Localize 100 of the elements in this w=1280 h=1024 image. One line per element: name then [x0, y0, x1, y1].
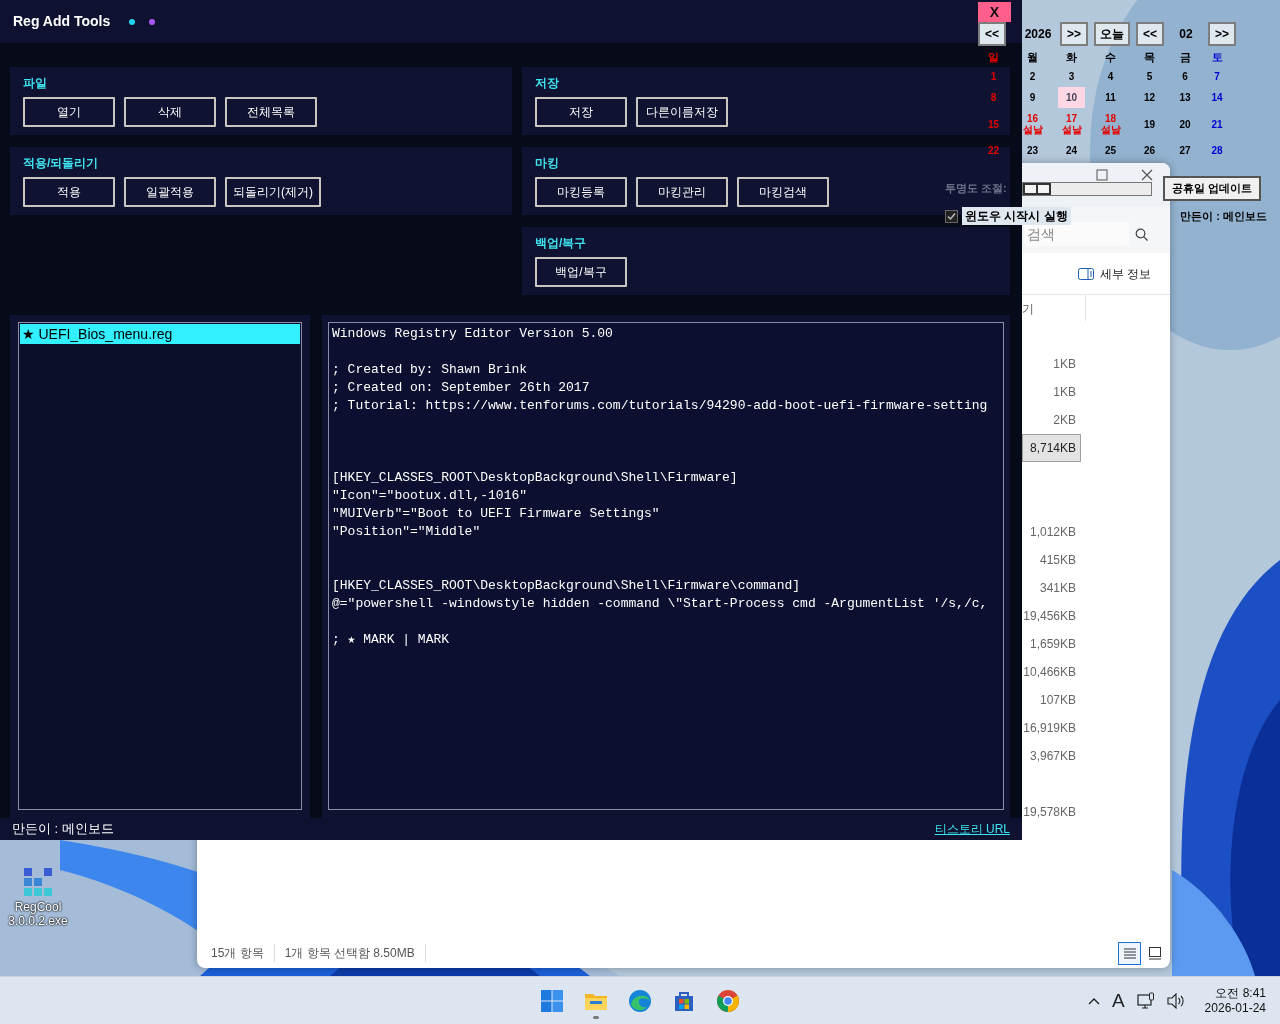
column-header[interactable]: 기 — [1022, 300, 1034, 318]
code-line: [HKEY_CLASSES_ROOT\DesktopBackground\Shell\Firmware\command] — [332, 577, 802, 595]
group-title: 적용/되돌리기 — [23, 155, 99, 171]
calendar-day[interactable]: 1 — [986, 68, 1001, 85]
volume-icon[interactable] — [1166, 993, 1185, 1009]
windows-icon — [540, 989, 564, 1013]
weekday-label: 월 — [1026, 49, 1039, 65]
browser-icon — [628, 989, 652, 1013]
details-view-button[interactable] — [1118, 941, 1141, 965]
action-button[interactable]: 열기 — [23, 97, 115, 127]
action-button[interactable]: 마킹관리 — [636, 177, 728, 207]
size-cell[interactable]: 1,659KB — [1022, 630, 1081, 658]
window-title: Reg Add Tools — [13, 12, 111, 31]
size-cell[interactable]: 19,578KB — [1022, 798, 1081, 826]
size-cell[interactable]: 10,466KB — [1022, 658, 1081, 686]
size-cell[interactable]: 341KB — [1022, 574, 1081, 602]
calendar-day[interactable]: 22 — [983, 142, 1004, 159]
group-title: 저장 — [535, 75, 559, 91]
calendar-day[interactable]: 6 — [1178, 68, 1192, 85]
status-text: 15개 항목 — [211, 944, 275, 962]
action-button[interactable]: 저장 — [535, 97, 627, 127]
size-cell[interactable]: 1KB — [1022, 378, 1081, 406]
nav-button[interactable]: >> — [1208, 22, 1236, 46]
size-cell[interactable]: 1,012KB — [1022, 518, 1081, 546]
details-button[interactable]: 세부 정보 — [1073, 262, 1155, 285]
calendar-day[interactable]: 19 — [1139, 115, 1160, 133]
calendar-day[interactable]: 4 — [1103, 68, 1118, 85]
grid-icon[interactable] — [22, 866, 54, 898]
transparency-label: 투명도 조절: — [945, 181, 1008, 197]
calendar-day[interactable]: 11 — [1101, 89, 1120, 106]
code-line: ; Tutorial: https://www.tenforums.com/tutorials/94290-add-boot-uefi-firmware-setting — [332, 397, 989, 415]
size-cell[interactable]: 16,919KB — [1022, 714, 1081, 742]
file-item[interactable]: ★ UEFI_Bios_menu.reg — [20, 324, 300, 344]
calendar-day[interactable]: 12 — [1139, 89, 1160, 106]
action-button[interactable]: 백업/복구 — [535, 257, 627, 287]
slider-thumb[interactable] — [1023, 182, 1051, 195]
autostart-label: 윈도우 시작시 실행 — [962, 207, 1071, 225]
close-icon[interactable] — [1141, 169, 1153, 181]
calendar-day[interactable]: 26 — [1139, 142, 1160, 159]
calendar-day[interactable]: 28 — [1207, 142, 1227, 159]
nav-button[interactable]: 오늘 — [1094, 22, 1130, 46]
size-cell[interactable]: 1KB — [1022, 350, 1081, 378]
weekday-label: 일 — [987, 49, 1000, 65]
calendar-day[interactable]: 10 — [1057, 87, 1086, 108]
code-line: ; ★ MARK | MARK — [332, 631, 451, 649]
size-cell[interactable]: 107KB — [1022, 686, 1081, 714]
maximize-icon[interactable] — [1096, 169, 1108, 181]
nav-button[interactable]: << — [978, 22, 1006, 46]
size-cell[interactable]: 415KB — [1022, 546, 1081, 574]
calendar-day[interactable]: 14 — [1207, 89, 1227, 106]
action-button[interactable]: 마킹등록 — [535, 177, 627, 207]
calendar-period: 2026 — [1023, 26, 1053, 43]
code-line: [HKEY_CLASSES_ROOT\DesktopBackground\Shell\Firmware] — [332, 469, 739, 487]
group-title: 백업/복구 — [535, 235, 587, 251]
calendar-day[interactable]: 25 — [1100, 142, 1121, 159]
action-button[interactable]: 일괄적용 — [124, 177, 216, 207]
size-cell[interactable]: 19,456KB — [1022, 602, 1081, 630]
clock-time[interactable]: 오전 8:41 — [1215, 986, 1266, 1001]
blog-link[interactable]: 티스토리 URL — [934, 820, 1010, 838]
weekday-label: 수 — [1104, 49, 1117, 65]
calendar-day[interactable]: 2 — [1025, 68, 1040, 85]
action-button[interactable]: 적용 — [23, 177, 115, 207]
calendar-day[interactable]: 27 — [1175, 142, 1195, 159]
author-text: 만든이 : 메인보드 — [1180, 208, 1267, 224]
status-text: 1개 항목 선택함 8.50MB — [284, 944, 426, 962]
calendar-day[interactable]: 24 — [1061, 142, 1082, 159]
calendar-day[interactable]: 13 — [1175, 89, 1195, 106]
size-cell[interactable]: 2KB — [1022, 406, 1081, 434]
calendar-day[interactable]: 20 — [1175, 115, 1195, 133]
size-cell[interactable]: 3,967KB — [1022, 742, 1081, 770]
network-icon[interactable] — [1136, 992, 1155, 1010]
action-button[interactable]: 마킹검색 — [737, 177, 829, 207]
code-line: ; Created by: Shawn Brink — [332, 361, 529, 379]
action-button[interactable]: 삭제 — [124, 97, 216, 127]
calendar-day[interactable]: 8 — [986, 89, 1001, 106]
group-title: 파일 — [23, 75, 47, 91]
nav-button[interactable]: << — [1136, 22, 1164, 46]
code-line: "Icon"="bootux.dll,-1016" — [332, 487, 529, 505]
action-button[interactable]: 다른이름저장 — [636, 97, 728, 127]
chevron-up-icon[interactable] — [1087, 997, 1100, 1005]
panel-icon — [1077, 267, 1094, 280]
calendar-day[interactable]: 21 — [1207, 115, 1227, 133]
list-icon — [1121, 945, 1138, 961]
code-line: ; Created on: September 26th 2017 — [332, 379, 591, 397]
holiday-update-button[interactable]: 공휴일 업데이트 — [1163, 176, 1261, 201]
calendar-day[interactable]: 15 — [983, 115, 1004, 133]
calendar-day[interactable]: 23 — [1022, 142, 1043, 159]
action-button[interactable]: 전체목록 — [225, 97, 317, 127]
calendar-day[interactable]: 7 — [1210, 68, 1224, 85]
nav-button[interactable]: >> — [1060, 22, 1088, 46]
size-cell[interactable]: 8,714KB — [1022, 434, 1081, 462]
close-button[interactable]: X — [978, 2, 1011, 22]
calendar-day[interactable]: 3 — [1064, 68, 1079, 85]
clock-date[interactable]: 2026-01-24 — [1204, 1001, 1266, 1016]
calendar-day[interactable]: 5 — [1142, 68, 1157, 85]
input-method-indicator[interactable]: A — [1111, 986, 1125, 1016]
calendar-day[interactable]: 9 — [1025, 89, 1040, 106]
calendar-period: 02 — [1178, 26, 1194, 43]
action-button[interactable]: 되돌리기(제거) — [225, 177, 321, 207]
search-field[interactable]: 검색 — [1024, 222, 1129, 246]
